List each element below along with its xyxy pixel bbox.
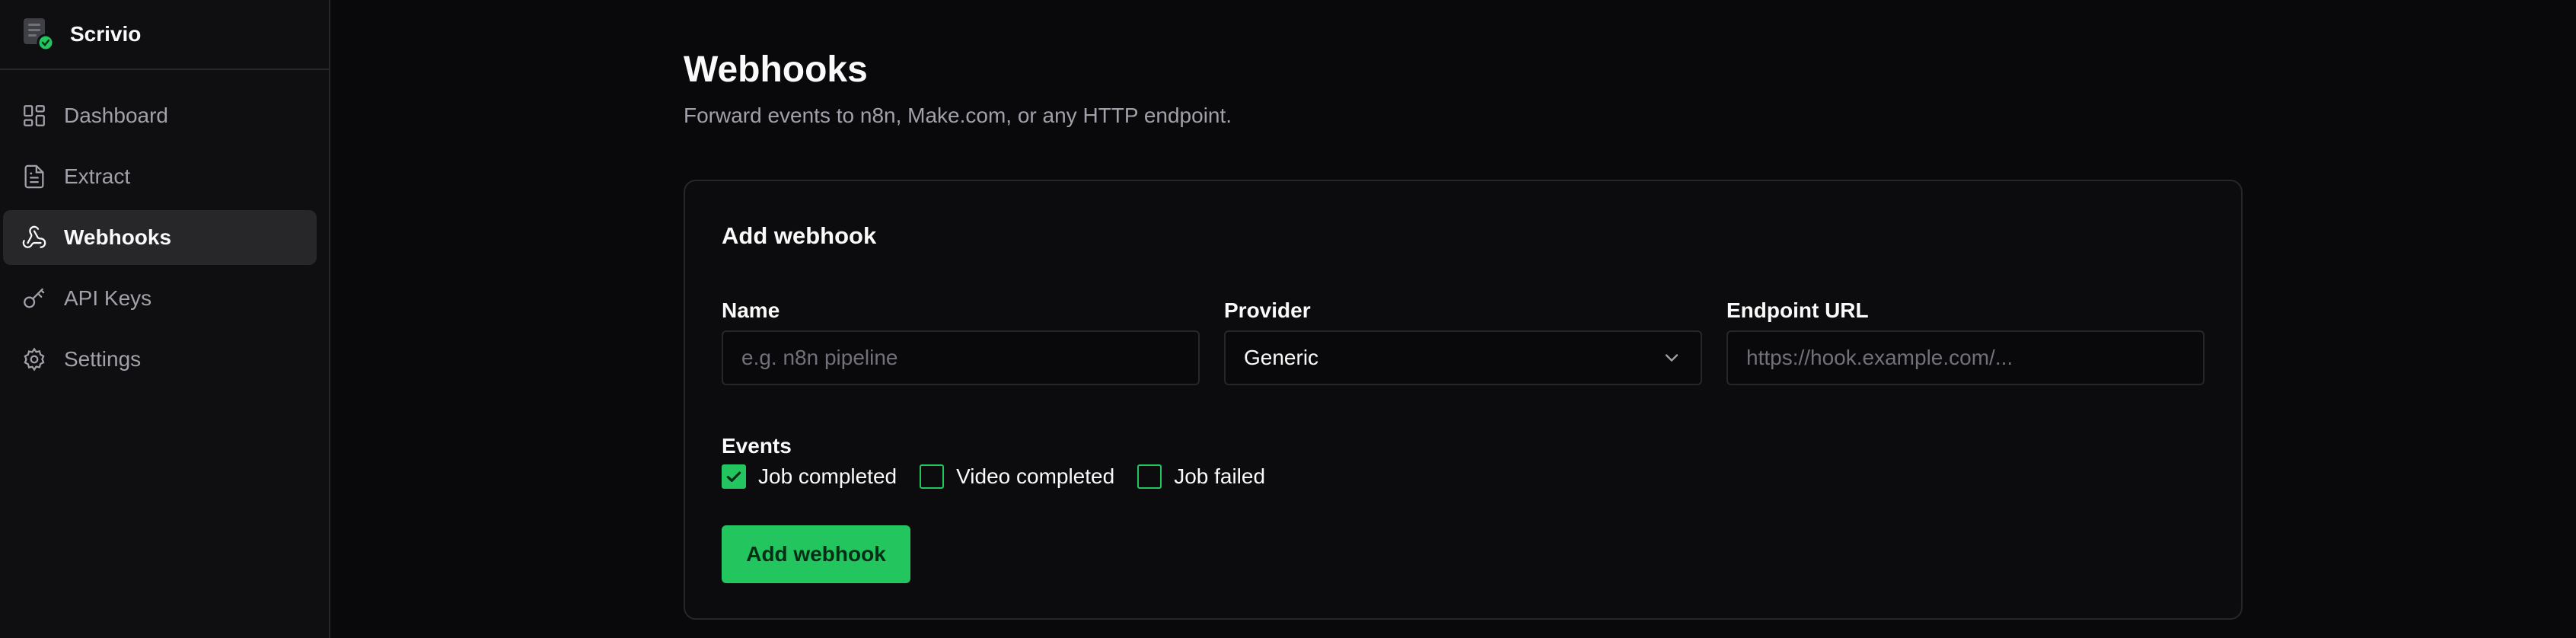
- provider-select[interactable]: Generic: [1224, 330, 1702, 385]
- main-content: Webhooks Forward events to n8n, Make.com…: [330, 0, 2576, 638]
- gear-icon: [24, 347, 45, 372]
- provider-value: Generic: [1244, 346, 1319, 369]
- check-icon: [726, 471, 741, 483]
- brand[interactable]: Scrivio: [0, 0, 329, 70]
- scrivio-logo-icon: [21, 17, 55, 52]
- sidebar-item-extract[interactable]: Extract: [3, 149, 317, 204]
- key-icon: [24, 288, 45, 308]
- sidebar-item-label: Webhooks: [64, 225, 172, 249]
- sidebar-item-settings[interactable]: Settings: [3, 332, 317, 387]
- sidebar-item-label: Extract: [64, 164, 131, 188]
- events-group: Job completed Video completed Job failed: [722, 464, 1265, 489]
- video-completed-checkbox[interactable]: [920, 464, 945, 489]
- provider-label: Provider: [1224, 298, 1311, 322]
- sidebar: Scrivio Dashboard Extract Webhooks API K…: [0, 0, 330, 638]
- endpoint-url-label: Endpoint URL: [1726, 298, 1869, 322]
- sidebar-item-label: Settings: [64, 347, 142, 371]
- event-video-completed[interactable]: Video completed: [920, 464, 1114, 489]
- event-job-failed[interactable]: Job failed: [1137, 464, 1265, 489]
- event-label: Job completed: [758, 464, 897, 488]
- sidebar-item-label: Dashboard: [64, 104, 168, 127]
- endpoint-url-input[interactable]: [1726, 330, 2205, 385]
- job-failed-checkbox[interactable]: [1137, 464, 1162, 489]
- events-label: Events: [722, 434, 792, 458]
- job-completed-checkbox[interactable]: [722, 464, 746, 489]
- sidebar-item-api-keys[interactable]: API Keys: [3, 271, 317, 326]
- page-subtitle: Forward events to n8n, Make.com, or any …: [684, 104, 1232, 127]
- add-webhook-button[interactable]: Add webhook: [722, 525, 910, 583]
- sidebar-item-label: API Keys: [64, 286, 152, 310]
- card-title: Add webhook: [722, 222, 877, 249]
- event-label: Video completed: [956, 464, 1115, 488]
- chevron-down-icon: [1665, 354, 1679, 362]
- dashboard-icon: [24, 105, 45, 126]
- webhook-icon: [22, 225, 46, 248]
- page-title: Webhooks: [684, 49, 868, 90]
- sidebar-item-webhooks[interactable]: Webhooks: [3, 210, 317, 265]
- sidebar-nav: Dashboard Extract Webhooks API Keys Sett…: [0, 70, 329, 387]
- name-input[interactable]: [722, 330, 1200, 385]
- app-name: Scrivio: [70, 22, 142, 46]
- event-job-completed[interactable]: Job completed: [722, 464, 897, 489]
- sidebar-item-dashboard[interactable]: Dashboard: [3, 88, 317, 143]
- file-text-icon: [24, 164, 44, 189]
- event-label: Job failed: [1174, 464, 1266, 488]
- name-label: Name: [722, 298, 780, 322]
- add-webhook-card: Add webhook Name Provider Generic Endpoi…: [684, 180, 2243, 620]
